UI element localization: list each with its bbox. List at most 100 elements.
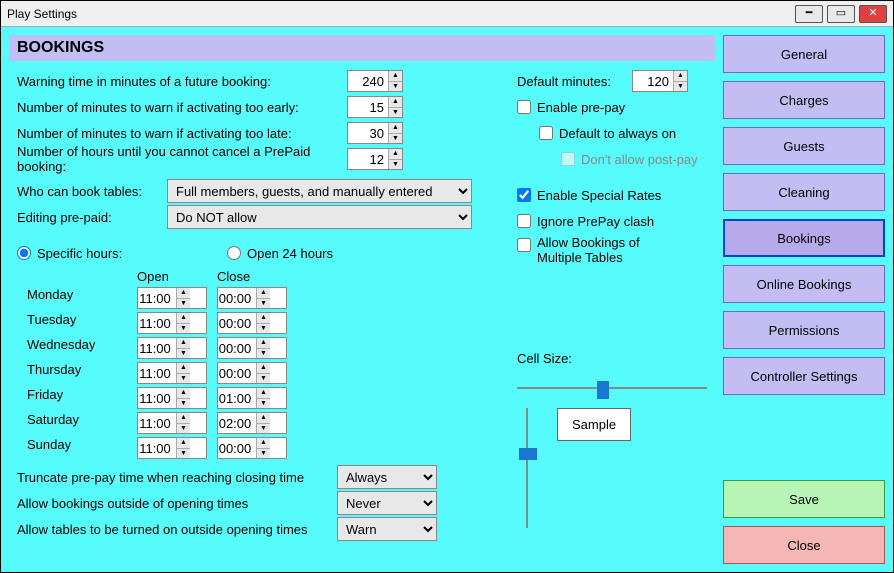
close-tuesday-input[interactable] (218, 313, 256, 333)
checkbox-default-always[interactable]: Default to always on (517, 121, 707, 145)
day-label-monday: Monday (27, 287, 137, 309)
open-tuesday-spinner[interactable]: ▲▼ (137, 312, 207, 334)
close-sunday-spinner[interactable]: ▲▼ (217, 437, 287, 459)
close-saturday-spinner[interactable]: ▲▼ (217, 412, 287, 434)
open-sunday-input[interactable] (138, 438, 176, 458)
truncate-select[interactable]: Always (337, 465, 437, 489)
open-wednesday-input[interactable] (138, 338, 176, 358)
label-warn-early: Number of minutes to warn if activating … (17, 100, 347, 115)
cancel-hours-spinner[interactable]: ▲▼ (347, 148, 403, 170)
close-thursday-spinner[interactable]: ▲▼ (217, 362, 287, 384)
cell-width-slider[interactable] (517, 378, 707, 398)
checkbox-allow-multi[interactable]: Allow Bookings of Multiple Tables (517, 235, 707, 271)
open-friday-spinner[interactable]: ▲▼ (137, 387, 207, 409)
settings-window: Play Settings ━ ▭ ✕ BOOKINGS Warning tim… (0, 0, 894, 573)
main-panel: BOOKINGS Warning time in minutes of a fu… (9, 35, 715, 564)
radio-open-24-input[interactable] (227, 246, 241, 260)
open-monday-input[interactable] (138, 288, 176, 308)
close-friday-spinner[interactable]: ▲▼ (217, 387, 287, 409)
open-monday-spinner[interactable]: ▲▼ (137, 287, 207, 309)
close-thursday-input[interactable] (218, 363, 256, 383)
content-area: Warning time in minutes of a future book… (9, 61, 715, 564)
cell-height-slider[interactable] (517, 408, 537, 528)
cancel-hours-input[interactable] (348, 149, 388, 169)
warn-late-input[interactable] (348, 123, 388, 143)
checkbox-enable-special[interactable]: Enable Special Rates (517, 183, 707, 207)
day-label-wednesday: Wednesday (27, 337, 137, 359)
default-minutes-input[interactable] (633, 71, 673, 91)
label-default-always: Default to always on (559, 126, 676, 141)
checkbox-ignore-clash-input[interactable] (517, 214, 531, 228)
open-tuesday-input[interactable] (138, 313, 176, 333)
nav-guests[interactable]: Guests (723, 127, 885, 165)
sidebar: General Charges Guests Cleaning Bookings Onli… (723, 35, 885, 564)
window-buttons: ━ ▭ ✕ (795, 5, 887, 23)
nav-charges[interactable]: Charges (723, 81, 885, 119)
label-no-postpay: Don't allow post-pay (581, 152, 698, 167)
nav-controller-settings[interactable]: Controller Settings (723, 357, 885, 395)
open-thursday-spinner[interactable]: ▲▼ (137, 362, 207, 384)
radio-specific-hours[interactable]: Specific hours: (17, 246, 227, 261)
col-open: Open (137, 269, 207, 284)
allow-tables-outside-select[interactable]: Warn (337, 517, 437, 541)
warning-time-spinner[interactable]: ▲▼ (347, 70, 403, 92)
warn-early-input[interactable] (348, 97, 388, 117)
radio-specific-hours-input[interactable] (17, 246, 31, 260)
checkbox-enable-special-input[interactable] (517, 188, 531, 202)
open-wednesday-spinner[interactable]: ▲▼ (137, 337, 207, 359)
checkbox-default-always-input[interactable] (539, 126, 553, 140)
who-can-book-select[interactable]: Full members, guests, and manually enter… (167, 179, 472, 203)
cell-size-area: Cell Size: (517, 351, 707, 528)
checkbox-ignore-clash[interactable]: Ignore PrePay clash (517, 209, 707, 233)
label-editing-prepaid: Editing pre-paid: (17, 210, 167, 225)
open-thursday-input[interactable] (138, 363, 176, 383)
section-header: BOOKINGS (9, 35, 715, 61)
day-label-friday: Friday (27, 387, 137, 409)
label-cancel-hours: Number of hours until you cannot cancel … (17, 144, 347, 174)
nav-permissions[interactable]: Permissions (723, 311, 885, 349)
open-saturday-spinner[interactable]: ▲▼ (137, 412, 207, 434)
day-label-tuesday: Tuesday (27, 312, 137, 334)
label-allow-tables-outside: Allow tables to be turned on outside ope… (17, 522, 337, 537)
label-default-minutes: Default minutes: (517, 74, 632, 89)
allow-outside-select[interactable]: Never (337, 491, 437, 515)
checkbox-enable-prepay[interactable]: Enable pre-pay (517, 95, 707, 119)
close-monday-input[interactable] (218, 288, 256, 308)
minimize-button[interactable]: ━ (795, 5, 823, 23)
default-minutes-spinner[interactable]: ▲▼ (632, 70, 688, 92)
close-sunday-input[interactable] (218, 438, 256, 458)
warn-early-spinner[interactable]: ▲▼ (347, 96, 403, 118)
label-warn-late: Number of minutes to warn if activating … (17, 126, 347, 141)
close-wednesday-input[interactable] (218, 338, 256, 358)
warn-late-spinner[interactable]: ▲▼ (347, 122, 403, 144)
client-area: BOOKINGS Warning time in minutes of a fu… (1, 27, 893, 572)
nav-bookings[interactable]: Bookings (723, 219, 885, 257)
close-monday-spinner[interactable]: ▲▼ (217, 287, 287, 309)
editing-prepaid-select[interactable]: Do NOT allow (167, 205, 472, 229)
label-warning-time: Warning time in minutes of a future book… (17, 74, 347, 89)
day-label-saturday: Saturday (27, 412, 137, 434)
sample-cell: Sample (557, 408, 631, 441)
maximize-button[interactable]: ▭ (827, 5, 855, 23)
close-tuesday-spinner[interactable]: ▲▼ (217, 312, 287, 334)
label-who-can-book: Who can book tables: (17, 184, 167, 199)
open-friday-input[interactable] (138, 388, 176, 408)
titlebar: Play Settings ━ ▭ ✕ (1, 1, 893, 27)
warning-time-input[interactable] (348, 71, 388, 91)
close-button[interactable]: Close (723, 526, 885, 564)
close-saturday-input[interactable] (218, 413, 256, 433)
nav-cleaning[interactable]: Cleaning (723, 173, 885, 211)
close-wednesday-spinner[interactable]: ▲▼ (217, 337, 287, 359)
nav-general[interactable]: General (723, 35, 885, 73)
checkbox-allow-multi-input[interactable] (517, 238, 531, 252)
checkbox-enable-prepay-input[interactable] (517, 100, 531, 114)
nav-online-bookings[interactable]: Online Bookings (723, 265, 885, 303)
label-truncate: Truncate pre-pay time when reaching clos… (17, 470, 337, 485)
label-open-24: Open 24 hours (247, 246, 333, 261)
window-close-button[interactable]: ✕ (859, 5, 887, 23)
open-sunday-spinner[interactable]: ▲▼ (137, 437, 207, 459)
radio-open-24[interactable]: Open 24 hours (227, 246, 333, 261)
close-friday-input[interactable] (218, 388, 256, 408)
save-button[interactable]: Save (723, 480, 885, 518)
open-saturday-input[interactable] (138, 413, 176, 433)
